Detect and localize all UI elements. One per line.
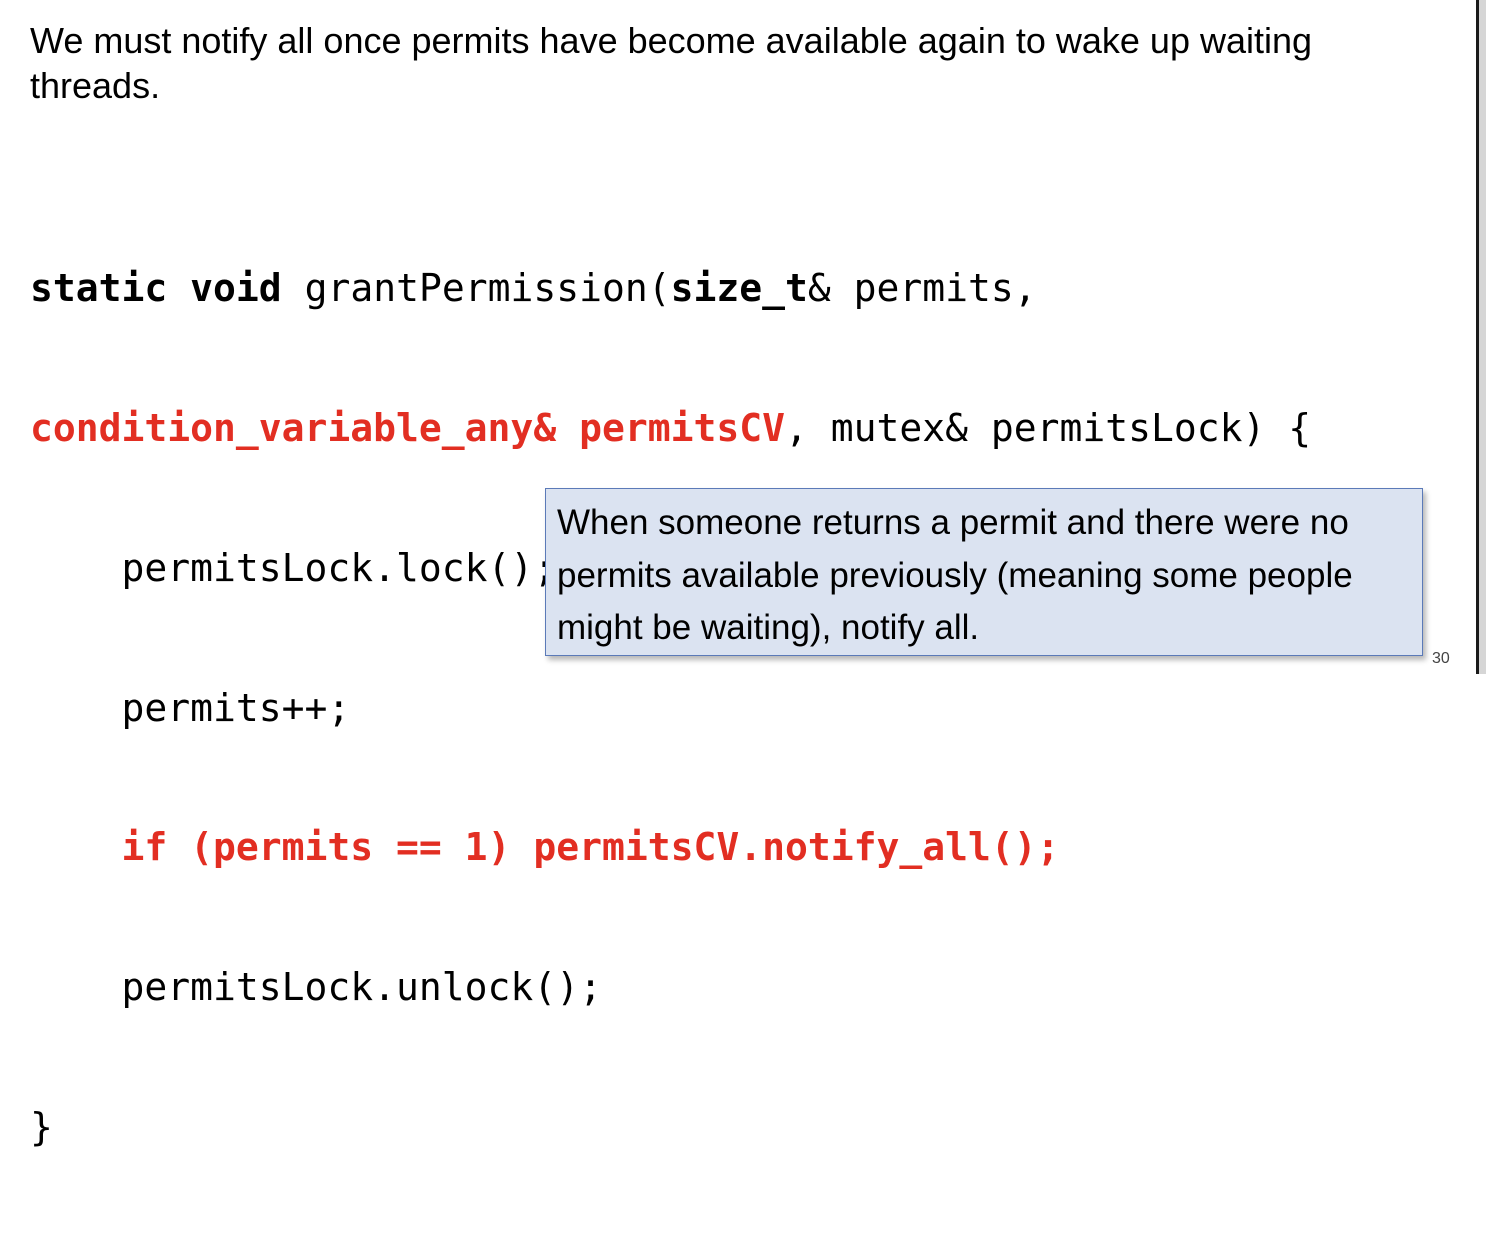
keyword-void: void <box>190 266 282 311</box>
code-line-2: condition_variable_any& permitsCV, mutex… <box>30 405 1311 452</box>
code-line-6: permitsLock.unlock(); <box>30 965 602 1010</box>
function-name: grantPermission( <box>304 266 671 311</box>
code-line-1: static void grantPermission(size_t& perm… <box>30 265 1311 312</box>
keyword-static: static <box>30 266 168 311</box>
param-permits-lock: , mutex& permitsLock) { <box>784 405 1312 450</box>
code-line-4: permits++; <box>30 685 351 730</box>
page-number: 30 <box>1432 650 1450 667</box>
code-block: static void grantPermission(size_t& perm… <box>30 172 1311 1244</box>
callout-box: When someone returns a permit and there … <box>545 488 1423 656</box>
keyword-size-t: size_t <box>670 266 808 311</box>
code-line-5: if (permits == 1) permitsCV.notify_all()… <box>30 824 1311 871</box>
notify-all-statement: if (permits == 1) permitsCV.notify_all()… <box>121 825 1060 870</box>
param-permits-cv: condition_variable_any& permitsCV <box>30 405 785 450</box>
intro-text: We must notify all once permits have bec… <box>30 20 1313 106</box>
code-line-7: } <box>30 1104 53 1149</box>
slide: We must notify all once permits have bec… <box>0 0 1476 1149</box>
window-edge <box>1476 0 1486 674</box>
callout-text: When someone returns a permit and there … <box>557 503 1353 647</box>
param-permits: & permits, <box>807 266 1037 311</box>
